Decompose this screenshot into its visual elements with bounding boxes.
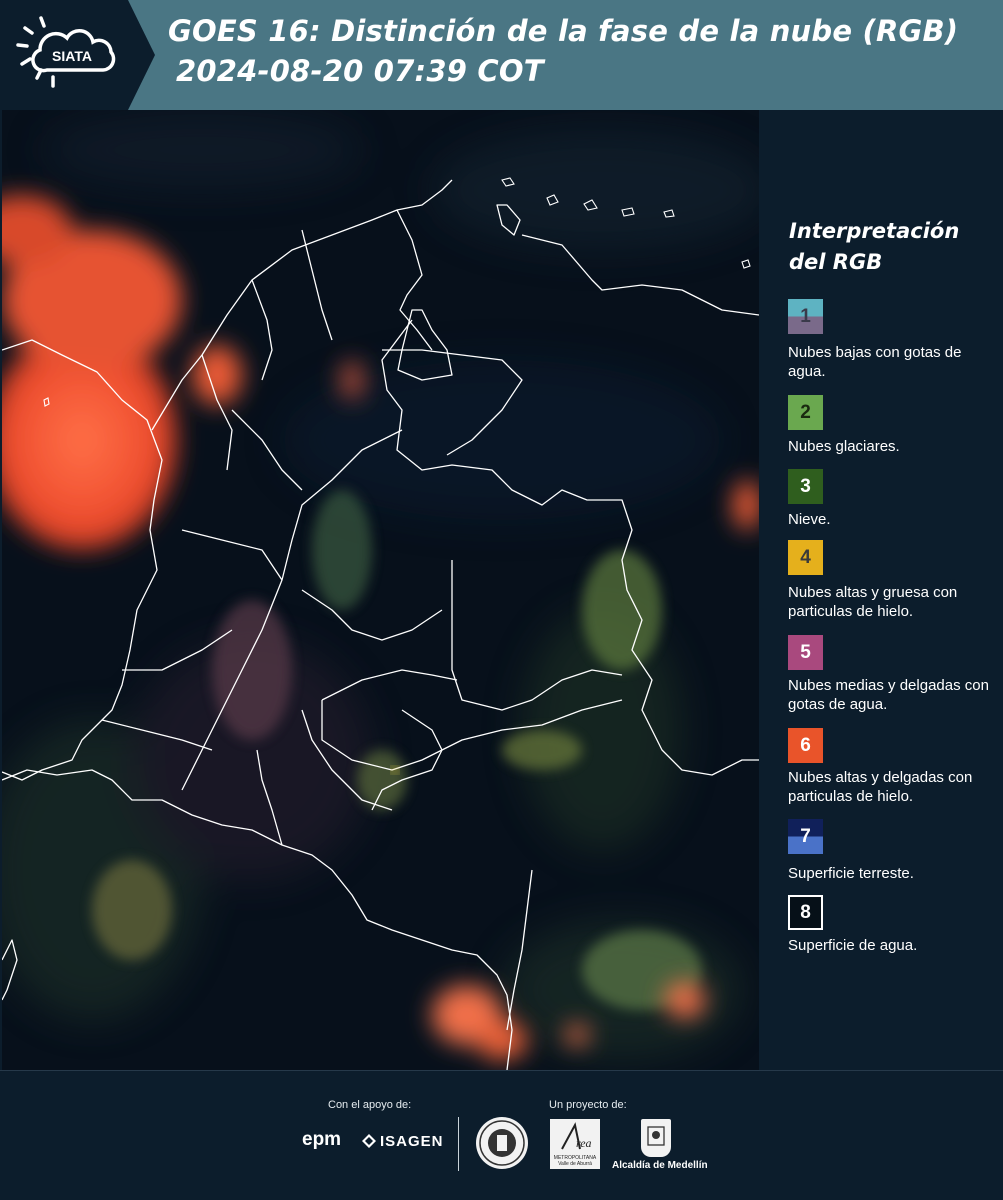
legend-label-7: Superficie terreste. — [788, 865, 914, 882]
university-seal-icon — [476, 1117, 528, 1169]
legend-label-3: Nieve. — [788, 511, 831, 528]
alcaldia-medellin-label: Alcaldía de Medellín — [612, 1160, 708, 1171]
support-label: Con el apoyo de: — [328, 1099, 412, 1111]
epm-logo: epm — [302, 1129, 342, 1150]
legend-label-8: Superficie de agua. — [788, 937, 918, 954]
isagen-icon — [362, 1134, 376, 1148]
legend-swatch-1: 1 — [788, 299, 823, 334]
legend-swatch-6: 6 — [788, 728, 823, 763]
legend-label-1: Nubes bajas con gotas de agua. — [788, 344, 962, 380]
legend-swatch-4: 4 — [788, 540, 823, 575]
timestamp-title: 2024-08-20 07:39 COT — [176, 54, 544, 88]
isagen-logo: ISAGEN — [380, 1133, 444, 1150]
legend-label-6: Nubes altas y delgadas con particulas de… — [788, 769, 973, 805]
area-metropolitana-logo: rea METROPOLITANA Valle de Aburrá — [550, 1119, 600, 1169]
legend-swatch-8: 8 — [788, 895, 823, 930]
page-title: GOES 16: Distinción de la fase de la nub… — [168, 14, 959, 48]
logo-text: SIATA — [52, 48, 92, 64]
footer-divider — [458, 1117, 459, 1171]
legend-title: Interpretación del RGB — [789, 219, 960, 274]
legend-label-4: Nubes altas y gruesa con particulas de h… — [788, 584, 958, 620]
siata-logo: SIATA — [0, 0, 155, 110]
legend-swatch-5: 5 — [788, 635, 823, 670]
area-metropolitana-text: METROPOLITANA Valle de Aburrá — [553, 1155, 597, 1167]
satellite-image — [2, 110, 759, 1070]
legend-swatch-7: 7 — [788, 819, 823, 854]
legend-panel: Interpretación del RGB 1 Nubes bajas con… — [762, 110, 1003, 1070]
legend-swatch-3: 3 — [788, 469, 823, 504]
legend-label-5: Nubes medias y delgadas con gotas de agu… — [788, 677, 989, 713]
svg-text:rea: rea — [576, 1136, 592, 1150]
project-label: Un proyecto de: — [549, 1099, 627, 1111]
legend-swatch-2: 2 — [788, 395, 823, 430]
legend-label-2: Nubes glaciares. — [788, 438, 900, 455]
header-bar: SIATA GOES 16: Distinción de la fase de … — [0, 0, 1003, 110]
footer: Con el apoyo de: Un proyecto de: epm ISA… — [0, 1070, 1003, 1200]
medellin-crest-icon — [641, 1119, 671, 1157]
